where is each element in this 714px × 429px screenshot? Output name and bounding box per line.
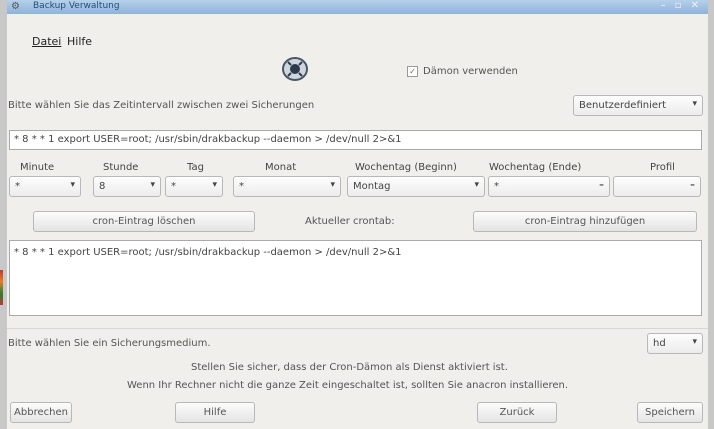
app-icon: ⚙ — [11, 1, 20, 12]
dropdown-dash-icon: - — [598, 177, 604, 193]
stunde-select[interactable]: 8 ▾ — [93, 176, 161, 197]
cancel-button[interactable]: Abbrechen — [10, 402, 72, 423]
profil-select[interactable]: - — [613, 176, 701, 197]
daemon-checkbox[interactable]: ✓ Dämon verwenden — [407, 66, 518, 77]
column-monat: Monat — [265, 162, 297, 173]
chevron-down-icon: ▾ — [70, 180, 75, 190]
crontab-content[interactable]: * 8 * * 1 export USER=root; /usr/sbin/dr… — [9, 240, 702, 316]
monat-select[interactable]: * ▾ — [233, 176, 341, 197]
title-bar[interactable]: ⚙ Backup Verwaltung – ▫ ✕ — [7, 0, 708, 14]
help-button[interactable]: Hilfe — [175, 402, 255, 423]
column-wochentag-ende: Wochentag (Ende) — [489, 162, 582, 173]
chevron-down-icon: ▾ — [150, 180, 155, 190]
column-tag: Tag — [187, 162, 204, 173]
tag-select[interactable]: * ▾ — [165, 176, 223, 197]
menu-help-label: Hilfe — [67, 35, 93, 48]
column-wochentag-beginn: Wochentag (Beginn) — [355, 162, 457, 173]
minute-select[interactable]: * ▾ — [9, 176, 81, 197]
wochentag-beginn-select[interactable]: Montag ▾ — [347, 176, 485, 197]
stunde-value: 8 — [99, 181, 106, 192]
daemon-checkbox-label: Dämon verwenden — [423, 66, 518, 77]
checkbox-check-icon: ✓ — [407, 66, 418, 77]
tag-value: * — [171, 181, 176, 192]
minute-value: * — [15, 181, 20, 192]
medium-select-value: hd — [653, 338, 666, 349]
chevron-down-icon: ▾ — [330, 180, 335, 190]
medium-prompt: Bitte wählen Sie ein Sicherungsmedium. — [8, 338, 211, 349]
delete-cron-button[interactable]: cron-Eintrag löschen — [33, 211, 255, 232]
current-crontab-label: Aktueller crontab: — [305, 216, 395, 227]
menu-help[interactable]: Hilfe — [67, 35, 92, 48]
interval-prompt: Bitte wählen Sie das Zeitintervall zwisc… — [8, 100, 315, 111]
anacron-notice: Wenn Ihr Rechner nicht die ganze Zeit ei… — [127, 380, 569, 391]
menu-file[interactable]: Datei — [32, 35, 61, 48]
column-minute: Minute — [20, 162, 55, 173]
interval-select[interactable]: Benutzerdefiniert ▾ — [573, 95, 703, 116]
window-title: Backup Verwaltung — [33, 1, 120, 11]
chevron-down-icon: ▾ — [474, 180, 479, 190]
wochentag-ende-value: * — [494, 181, 499, 192]
wochentag-beginn-value: Montag — [353, 181, 391, 192]
chevron-down-icon: ▾ — [692, 99, 697, 109]
chevron-down-icon: ▾ — [692, 337, 697, 347]
drakbackup-logo-icon — [282, 57, 308, 81]
medium-select[interactable]: hd ▾ — [647, 333, 703, 354]
backup-window: ⚙ Backup Verwaltung – ▫ ✕ Datei Hilfe ✓ … — [7, 0, 708, 429]
window-controls-icon[interactable]: – ▫ ✕ — [660, 0, 702, 11]
cron-daemon-notice: Stellen Sie sicher, dass der Cron-Dämon … — [191, 362, 508, 373]
wochentag-ende-select[interactable]: * - — [488, 176, 610, 197]
column-stunde: Stunde — [103, 162, 139, 173]
screen-edge-strip — [0, 270, 3, 305]
interval-select-value: Benutzerdefiniert — [579, 100, 667, 111]
cron-line-field[interactable]: * 8 * * 1 export USER=root; /usr/sbin/dr… — [9, 130, 702, 150]
column-profil: Profil — [650, 162, 675, 173]
save-button[interactable]: Speichern — [637, 402, 703, 423]
add-cron-button[interactable]: cron-Eintrag hinzufügen — [473, 211, 697, 232]
chevron-down-icon: ▾ — [212, 180, 217, 190]
dropdown-dash-icon: - — [689, 177, 695, 193]
back-button[interactable]: Zurück — [477, 402, 557, 423]
divider — [7, 328, 708, 329]
monat-value: * — [239, 181, 244, 192]
menu-file-label: Datei — [32, 35, 62, 48]
